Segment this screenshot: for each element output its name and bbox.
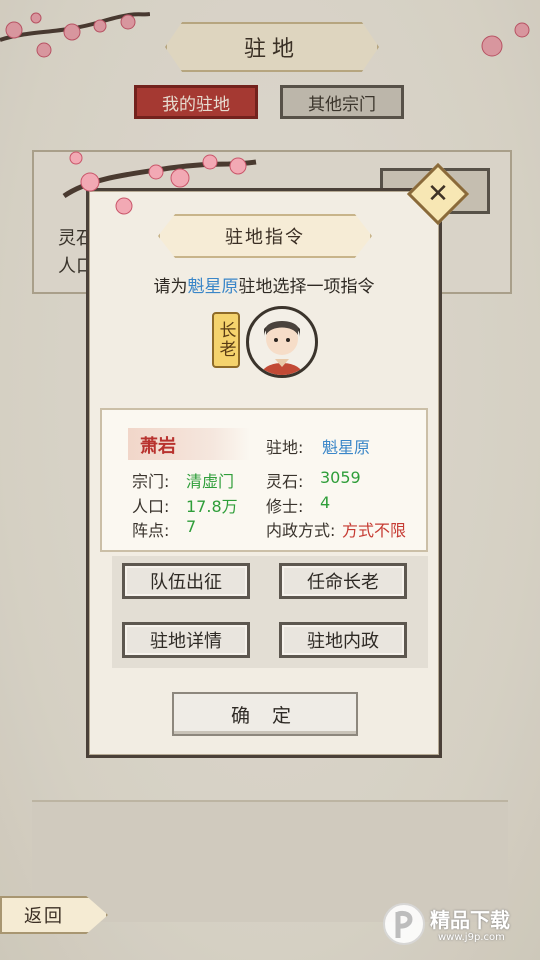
prompt-prefix: 请为 (153, 277, 188, 297)
blossom-branch-dialog-icon (62, 151, 257, 215)
policy-value: 方式不限 (342, 521, 407, 540)
cultivator-label: 修士: (266, 497, 304, 516)
back-button[interactable]: 返回 (0, 896, 108, 934)
confirm-button[interactable]: 确 定 (172, 692, 358, 736)
prompt-place: 魁星原 (187, 277, 239, 297)
population-value: 17.8万 (186, 497, 238, 516)
stone-label: 灵石: (266, 472, 304, 491)
dialog-prompt: 请为魁星原驻地选择一项指令 (86, 272, 442, 297)
watermark-domain: www.j9p.com (438, 932, 505, 943)
dialog-title-banner: 驻地指令 (158, 214, 372, 258)
elder-portrait-icon (261, 321, 303, 375)
population-label: 人口: (132, 497, 170, 516)
station-value: 魁星原 (322, 438, 371, 457)
sect-label: 宗门: (132, 472, 170, 491)
prompt-suffix: 驻地选择一项指令 (238, 277, 375, 297)
watermark: 精品下载 www.j9p.com (380, 896, 540, 952)
formation-value: 7 (186, 517, 197, 536)
station-details-button[interactable]: 驻地详情 (122, 622, 250, 658)
station-label: 驻地: (266, 438, 304, 457)
rank-tag: 长老 (212, 312, 240, 368)
dispatch-team-button[interactable]: 队伍出征 (122, 563, 250, 599)
dialog-title: 驻地指令 (225, 227, 305, 248)
cultivator-value: 4 (320, 493, 331, 512)
appoint-elder-button[interactable]: 任命长老 (279, 563, 407, 599)
watermark-brand: 精品下载 (430, 908, 510, 932)
elder-name: 萧岩 (140, 436, 176, 457)
avatar (246, 306, 318, 378)
policy-label: 内政方式: (266, 521, 336, 540)
sect-value: 清虚门 (186, 472, 235, 491)
formation-label: 阵点: (132, 521, 170, 540)
station-affairs-button[interactable]: 驻地内政 (279, 622, 407, 658)
stone-value: 3059 (320, 468, 361, 487)
close-icon[interactable]: ✕ (416, 172, 460, 216)
